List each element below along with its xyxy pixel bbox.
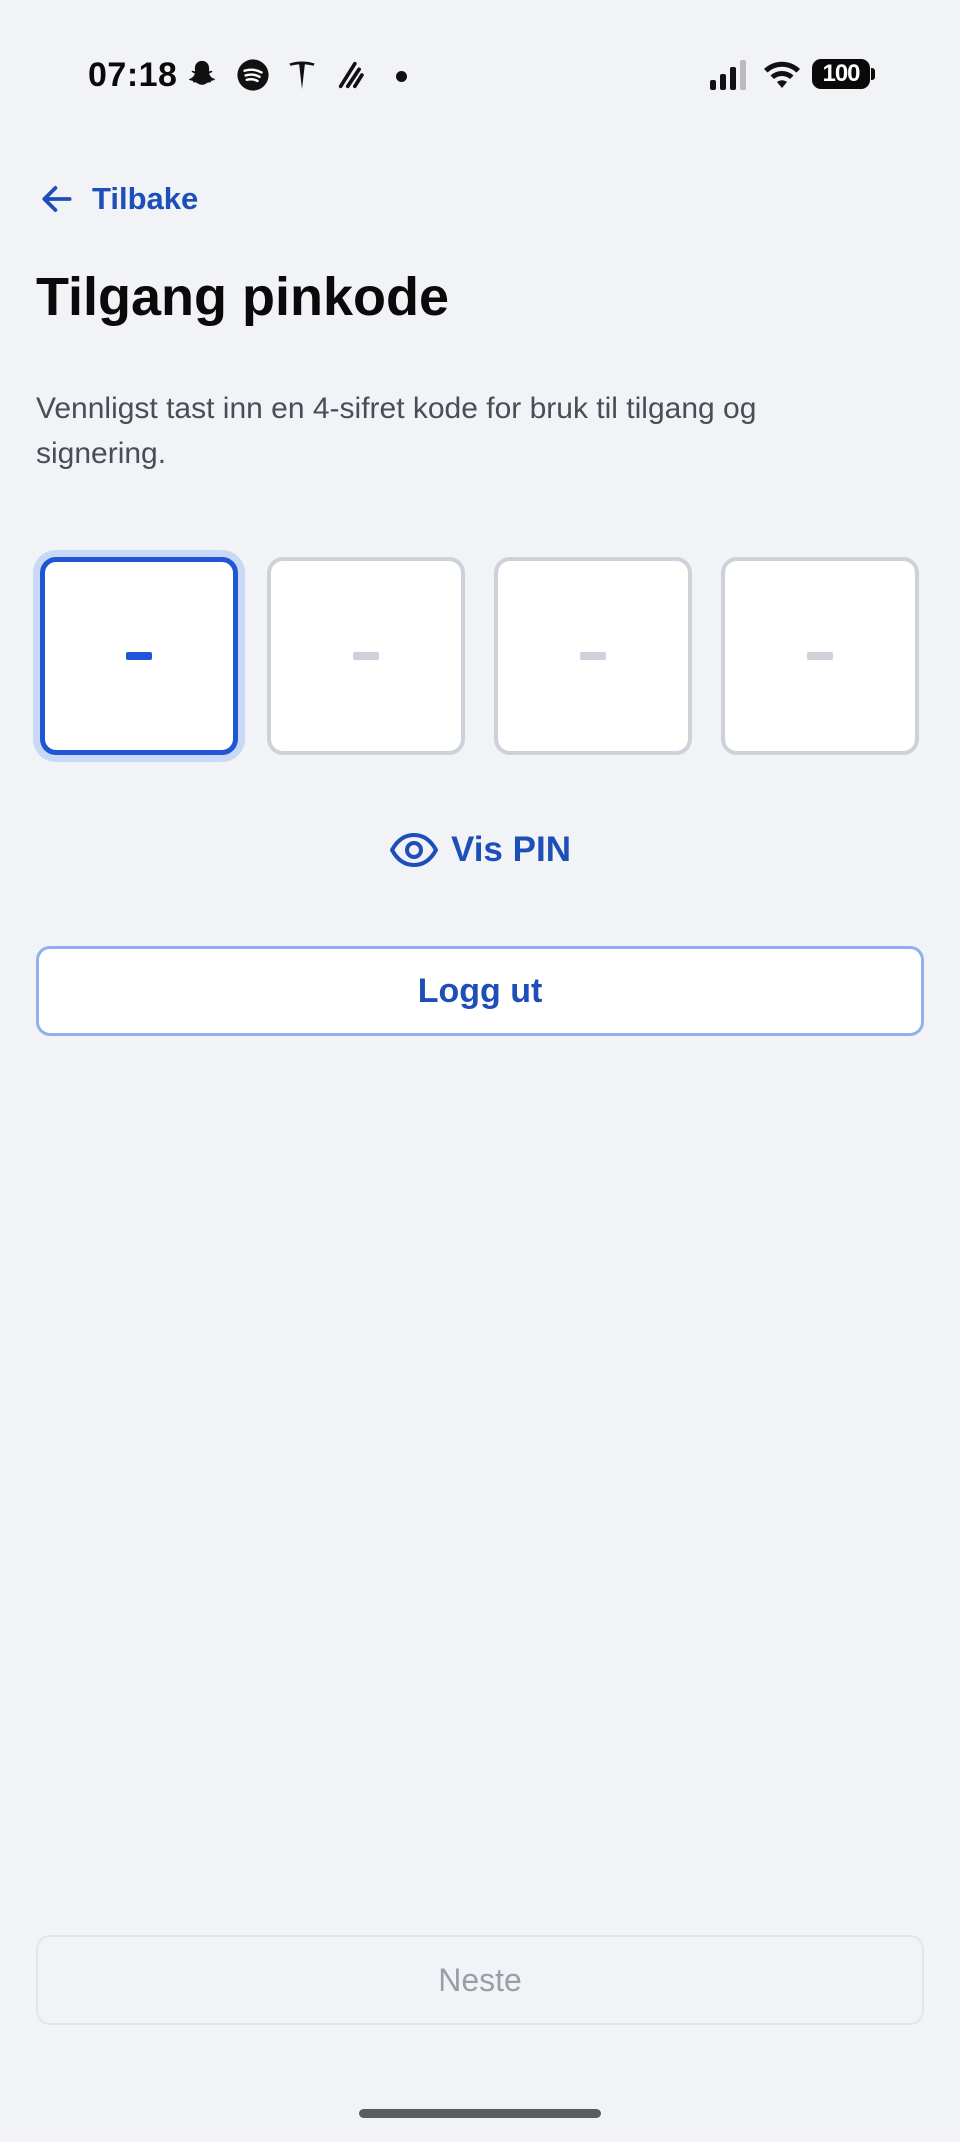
page-title: Tilgang pinkode <box>36 267 450 327</box>
pin-input-group <box>40 557 920 757</box>
next-label: Neste <box>438 1961 522 1998</box>
pin-placeholder-dash <box>580 652 606 660</box>
status-bar: 07:18 100 <box>0 0 960 150</box>
pin-digit-2[interactable] <box>267 557 465 755</box>
battery-indicator: 100 <box>812 59 870 89</box>
logout-button[interactable]: Logg ut <box>36 946 924 1036</box>
page-description: Vennligst tast inn en 4-sifret kode for … <box>36 392 757 470</box>
pin-setup-screen: 07:18 100 Tilbake Tilgang pinkode Vennli… <box>0 0 960 2142</box>
spotify-icon <box>237 59 269 91</box>
wifi-icon <box>764 61 800 88</box>
tesla-icon <box>289 61 315 90</box>
battery-tip <box>871 68 875 80</box>
notification-dot <box>396 71 407 82</box>
logout-label: Logg ut <box>417 971 543 1010</box>
strava-icon <box>338 61 364 89</box>
back-button[interactable]: Tilbake <box>38 176 198 222</box>
snapchat-icon <box>189 60 215 85</box>
pin-digit-4[interactable] <box>721 557 919 755</box>
pin-placeholder-dash <box>353 652 379 660</box>
back-label: Tilbake <box>92 181 199 216</box>
signal-icon <box>710 60 746 90</box>
eye-icon <box>390 833 438 867</box>
show-pin-label: Vis PIN <box>451 830 571 869</box>
arrow-left-icon <box>42 186 72 212</box>
next-button[interactable]: Neste <box>36 1935 924 2025</box>
status-time: 07:18 <box>88 56 178 94</box>
home-indicator[interactable] <box>359 2109 601 2118</box>
battery-level: 100 <box>822 60 860 87</box>
show-pin-toggle[interactable]: Vis PIN <box>0 824 960 876</box>
pin-placeholder-dash <box>126 652 152 660</box>
pin-digit-1[interactable] <box>40 557 238 755</box>
pin-digit-3[interactable] <box>494 557 692 755</box>
pin-placeholder-dash <box>807 652 833 660</box>
